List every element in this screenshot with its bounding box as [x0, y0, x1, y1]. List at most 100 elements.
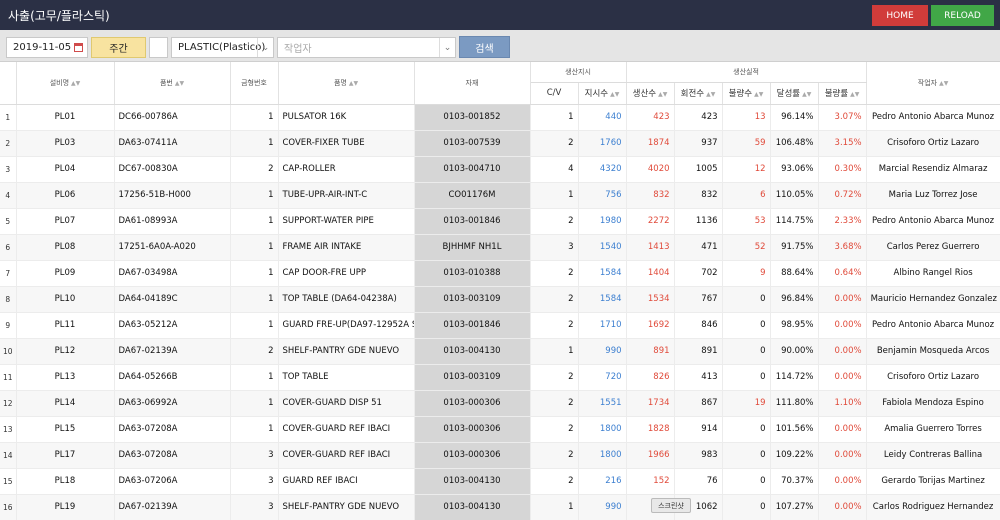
table-row[interactable]: 9 PL11 DA63-05212A 1 GUARD FRE-UP(DA97-12952…: [0, 312, 1000, 339]
cell-mold: 1: [230, 260, 279, 287]
cell-order: 1760: [578, 130, 627, 157]
column-header-shots[interactable]: 회전수 ▲▼: [674, 82, 723, 105]
cell-achieve: 106.48%: [770, 130, 819, 157]
table-row[interactable]: 1 PL01 DC66-00786A 1 PULSATOR 16K 0103-001852…: [0, 104, 1000, 131]
column-header-defect-rate[interactable]: 불량률 ▲▼: [818, 82, 867, 105]
column-header-name[interactable]: 품명 ▲▼: [278, 62, 415, 105]
cell-worker: Crisoforo Ortiz Lazaro: [866, 130, 1000, 157]
cell-defect-rate: 3.68%: [818, 234, 867, 261]
table-row[interactable]: 7 PL09 DA67-03498A 1 CAP DOOR-FRE UPP 0103-01…: [0, 260, 1000, 287]
table-row[interactable]: 8 PL10 DA64-04189C 1 TOP TABLE (DA64-04238A)…: [0, 286, 1000, 313]
cell-worker: Maria Luz Torrez Jose: [866, 182, 1000, 209]
cell-equip: PL15: [16, 416, 115, 443]
table-row[interactable]: 10 PL12 DA67-02139A 2 SHELF-PANTRY GDE NUEVO…: [0, 338, 1000, 365]
calendar-icon[interactable]: [74, 43, 83, 52]
cell-part: DA63-07208A: [114, 442, 231, 469]
table-row[interactable]: 3 PL04 DC67-00830A 2 CAP-ROLLER 0103-004710 4 4…: [0, 156, 1000, 183]
cell-material: CO01176M: [414, 182, 531, 209]
cell-part: DA64-04189C: [114, 286, 231, 313]
cell-shots: 423: [674, 104, 723, 131]
cell-defect-rate: 0.00%: [818, 494, 867, 520]
cell-prod: 1692: [626, 312, 675, 339]
table-row[interactable]: 15 PL18 DA63-07206A 3 GUARD REF IBACI 0103-00…: [0, 468, 1000, 495]
cell-part: DA64-05266B: [114, 364, 231, 391]
cell-material: 0103-000306: [414, 390, 531, 417]
sort-icon: ▲▼: [348, 79, 359, 87]
column-header-order[interactable]: 지시수 ▲▼: [578, 82, 627, 105]
column-header-part[interactable]: 품번 ▲▼: [114, 62, 231, 105]
cell-shots: 1005: [674, 156, 723, 183]
date-input[interactable]: 2019-11-05: [6, 37, 88, 58]
cell-material: 0103-004130: [414, 494, 531, 520]
table-row[interactable]: 6 PL08 17251-6A0A-A020 1 FRAME AIR INTAKE BJH…: [0, 234, 1000, 261]
sort-icon: ▲▼: [939, 79, 949, 87]
sort-icon: ▲▼: [850, 91, 860, 98]
cell-material: 0103-001852: [414, 104, 531, 131]
cell-prod: 2272: [626, 208, 675, 235]
cell-cv: 2: [530, 130, 579, 157]
table-row[interactable]: 11 PL13 DA64-05266B 1 TOP TABLE 0103-003109 2 7…: [0, 364, 1000, 391]
cell-no: 13: [0, 416, 17, 443]
column-header-defect[interactable]: 불량수 ▲▼: [722, 82, 771, 105]
column-header-cv[interactable]: C/V: [530, 82, 579, 105]
table-row[interactable]: 16 PL19 DA67-02139A 3 SHELF-PANTRY GDE NUEVO…: [0, 494, 1000, 520]
table-row[interactable]: 2 PL03 DA63-07411A 1 COVER-FIXER TUBE 0103-00…: [0, 130, 1000, 157]
table-row[interactable]: 5 PL07 DA61-08993A 1 SUPPORT-WATER PIPE 0103-…: [0, 208, 1000, 235]
cell-name: COVER-GUARD DISP 51: [278, 390, 415, 417]
cell-shots: 413: [674, 364, 723, 391]
cell-name: TOP TABLE (DA64-04238A): [278, 286, 415, 313]
sort-icon: ▲▼: [174, 79, 185, 87]
worker-select[interactable]: 작업자 ⌄: [277, 37, 456, 58]
cell-defect-rate: 0.00%: [818, 312, 867, 339]
chevron-down-icon[interactable]: ⌄: [257, 38, 273, 57]
cell-material: 0103-004130: [414, 468, 531, 495]
column-header-mold[interactable]: 금형번호: [230, 62, 279, 105]
cell-cv: 2: [530, 286, 579, 313]
column-header-equip[interactable]: 설비명 ▲▼: [16, 62, 115, 105]
cell-name: TUBE-UPR-AIR-INT-C: [278, 182, 415, 209]
cell-material: 0103-003109: [414, 286, 531, 313]
cell-no: 10: [0, 338, 17, 365]
cell-defect: 19: [722, 390, 771, 417]
filter-toolbar: 2019-11-05 주간 PLASTIC(Plastico) ⌄ 작업자 ⌄ …: [0, 30, 1000, 62]
material-select[interactable]: PLASTIC(Plastico) ⌄: [171, 37, 274, 58]
cell-material: BJHHMF NH1L: [414, 234, 531, 261]
table-row[interactable]: 14 PL17 DA63-07208A 3 COVER-GUARD REF IBACI 0…: [0, 442, 1000, 469]
table-row[interactable]: 12 PL14 DA63-06992A 1 COVER-GUARD DISP 51 010…: [0, 390, 1000, 417]
blank-field[interactable]: [149, 37, 168, 58]
cell-equip: PL18: [16, 468, 115, 495]
chevron-down-icon[interactable]: ⌄: [439, 38, 455, 57]
cell-defect: 0: [722, 364, 771, 391]
cell-order: 1540: [578, 234, 627, 261]
cell-achieve: 93.06%: [770, 156, 819, 183]
cell-part: DA63-07206A: [114, 468, 231, 495]
column-header-prod[interactable]: 생산수 ▲▼: [626, 82, 675, 105]
cell-mold: 1: [230, 416, 279, 443]
table-body: 1 PL01 DC66-00786A 1 PULSATOR 16K 0103-001852…: [0, 104, 1000, 520]
cell-achieve: 70.37%: [770, 468, 819, 495]
cell-no: 8: [0, 286, 17, 313]
cell-cv: 4: [530, 156, 579, 183]
vertical-scrollbar[interactable]: [992, 62, 1000, 520]
cell-shots: 937: [674, 130, 723, 157]
week-button[interactable]: 주간: [91, 37, 146, 58]
search-button[interactable]: 검색: [459, 36, 510, 58]
column-header-worker[interactable]: 작업자 ▲▼: [866, 62, 1000, 105]
table-row[interactable]: 4 PL06 17256-51B-H000 1 TUBE-UPR-AIR-INT-C CO…: [0, 182, 1000, 209]
cell-cv: 2: [530, 442, 579, 469]
cell-defect: 13: [722, 104, 771, 131]
cell-name: COVER-GUARD REF IBACI: [278, 416, 415, 443]
cell-mold: 2: [230, 338, 279, 365]
cell-name: CAP DOOR-FRE UPP: [278, 260, 415, 287]
reload-button[interactable]: RELOAD: [931, 5, 994, 26]
cell-defect: 0: [722, 338, 771, 365]
table-row[interactable]: 13 PL15 DA63-07208A 1 COVER-GUARD REF IBACI 0…: [0, 416, 1000, 443]
cell-no: 9: [0, 312, 17, 339]
column-header-achieve[interactable]: 달성률 ▲▼: [770, 82, 819, 105]
column-header-material[interactable]: 자재: [414, 62, 531, 105]
cell-achieve: 98.95%: [770, 312, 819, 339]
cell-prod: 1404: [626, 260, 675, 287]
screenshot-tooltip: 스크린샷: [651, 498, 691, 513]
home-button[interactable]: HOME: [872, 5, 928, 26]
sort-icon: ▲▼: [706, 91, 716, 98]
